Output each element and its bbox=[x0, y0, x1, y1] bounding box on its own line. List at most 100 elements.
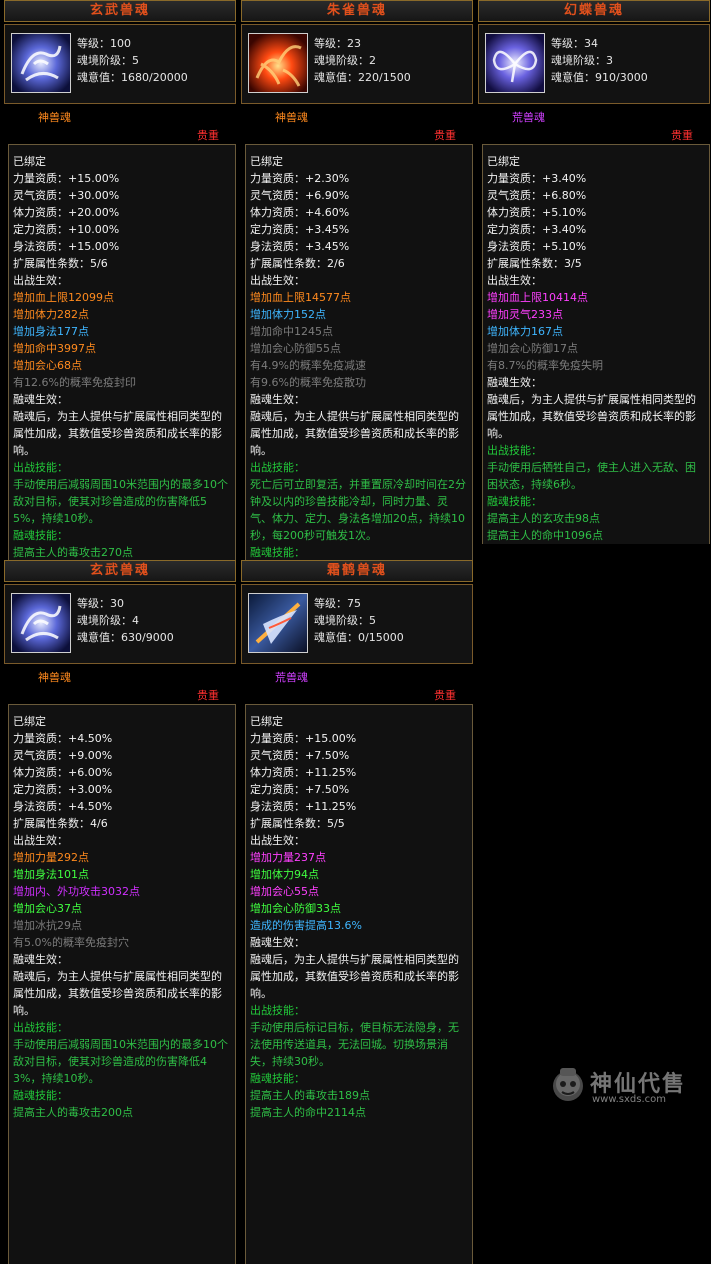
attribute-line: 有5.0%的概率免疫封穴 bbox=[13, 936, 129, 949]
soul-card: 朱雀兽魂 等级：23 魂境阶级：2 魂意值：220/1500 神兽魂 贵重 已绑… bbox=[241, 0, 473, 560]
attribute-line: 定力资质：+3.45% bbox=[250, 223, 350, 236]
attribute-line: 出战生效： bbox=[250, 834, 305, 847]
attribute-line: 增加内、外功攻击3032点 bbox=[13, 885, 140, 898]
attribute-line: 身法资质：+15.00% bbox=[13, 240, 120, 253]
attribute-line: 增加血上限10414点 bbox=[487, 291, 588, 304]
attribute-line: 增加体力152点 bbox=[250, 308, 326, 321]
attribute-line: 灵气资质：+30.00% bbox=[13, 189, 120, 202]
attribute-line: 增加命中1245点 bbox=[250, 325, 333, 338]
attribute-panel: 已绑定 力量资质：+2.30% 灵气资质：+6.90% 体力资质：+4.60% 定力资质… bbox=[245, 144, 473, 560]
attribute-line: 身法资质：+4.50% bbox=[13, 800, 113, 813]
attribute-panel: 已绑定 力量资质：+4.50% 灵气资质：+9.00% 体力资质：+6.00% 定力资质… bbox=[8, 704, 236, 1264]
attribute-line: 融魂生效： bbox=[13, 393, 68, 406]
rarity-label: 贵重 bbox=[671, 129, 693, 142]
attribute-line: 增加会心防御55点 bbox=[250, 342, 341, 355]
attribute-line: 力量资质：+2.30% bbox=[250, 172, 350, 185]
attribute-line: 提高主人的命中2114点 bbox=[250, 1106, 366, 1119]
attribute-line: 融魂生效： bbox=[487, 376, 542, 389]
attribute-line: 出战生效： bbox=[250, 274, 305, 287]
attribute-line: 已绑定 bbox=[250, 155, 283, 168]
attribute-line: 融魂技能： bbox=[13, 529, 68, 542]
soul-stats: 等级：23 魂境阶级：2 魂意值：220/1500 bbox=[314, 35, 411, 86]
soul-type: 神兽魂 bbox=[275, 111, 308, 124]
huandie-soul-icon[interactable] bbox=[485, 33, 545, 93]
soul-tier: 魂境阶级：5 bbox=[77, 54, 139, 67]
attribute-line: 扩展属性条数：5/5 bbox=[250, 817, 345, 830]
attribute-line: 增加命中3997点 bbox=[13, 342, 96, 355]
attribute-line: 有8.7%的概率免疫失明 bbox=[487, 359, 603, 372]
attribute-panel: 已绑定 力量资质：+3.40% 灵气资质：+6.80% 体力资质：+5.10% 定力资质… bbox=[482, 144, 710, 544]
attribute-line: 扩展属性条数：5/6 bbox=[13, 257, 108, 270]
attribute-line: 体力资质：+5.10% bbox=[487, 206, 587, 219]
soul-level: 等级：100 bbox=[77, 37, 131, 50]
attribute-line: 融魂后，为主人提供与扩展属性相同类型的属性加成，其数值受珍兽资质和成长率的影响。 bbox=[487, 393, 696, 440]
attribute-line: 增加体力94点 bbox=[250, 868, 319, 881]
attribute-line: 增加灵气233点 bbox=[487, 308, 563, 321]
attribute-line: 融魂技能： bbox=[487, 495, 542, 508]
attribute-line: 造成的伤害提高13.6% bbox=[250, 919, 362, 932]
shuanghe-soul-icon[interactable] bbox=[248, 593, 308, 653]
attribute-line: 融魂后，为主人提供与扩展属性相同类型的属性加成，其数值受珍兽资质和成长率的影响。 bbox=[250, 953, 459, 1000]
soul-level: 等级：75 bbox=[314, 597, 361, 610]
attribute-panel: 已绑定 力量资质：+15.00% 灵气资质：+7.50% 体力资质：+11.25% 定力… bbox=[245, 704, 473, 1264]
card-header-panel: 等级：23 魂境阶级：2 魂意值：220/1500 bbox=[241, 24, 473, 104]
attribute-line: 死亡后可立即复活，并重置原冷却时间在2分钟及以内的珍兽技能冷却，同时力量、灵气、… bbox=[250, 478, 466, 542]
rarity-label: 贵重 bbox=[434, 689, 456, 702]
attribute-line: 增加体力167点 bbox=[487, 325, 563, 338]
attribute-line: 扩展属性条数：3/5 bbox=[487, 257, 582, 270]
attribute-line: 定力资质：+10.00% bbox=[13, 223, 120, 236]
attribute-line: 力量资质：+4.50% bbox=[13, 732, 113, 745]
attribute-line: 定力资质：+3.00% bbox=[13, 783, 113, 796]
watermark-url: www.sxds.com bbox=[592, 1094, 667, 1105]
soul-tier: 魂境阶级：4 bbox=[77, 614, 139, 627]
attribute-line: 已绑定 bbox=[13, 155, 46, 168]
attribute-line: 有12.6%的概率免疫封印 bbox=[13, 376, 136, 389]
soul-stats: 等级：34 魂境阶级：3 魂意值：910/3000 bbox=[551, 35, 648, 86]
attribute-line: 力量资质：+15.00% bbox=[13, 172, 120, 185]
card-header-panel: 等级：34 魂境阶级：3 魂意值：910/3000 bbox=[478, 24, 710, 104]
soul-card: 幻蝶兽魂 等级：34 魂境阶级：3 魂意值：910/3000 荒兽魂 贵重 已绑… bbox=[478, 0, 710, 544]
attribute-line: 定力资质：+7.50% bbox=[250, 783, 350, 796]
attribute-line: 灵气资质：+7.50% bbox=[250, 749, 350, 762]
xuanwu-soul-icon[interactable] bbox=[11, 593, 71, 653]
soul-level: 等级：23 bbox=[314, 37, 361, 50]
soul-type: 荒兽魂 bbox=[275, 671, 308, 684]
attribute-line: 体力资质：+6.00% bbox=[13, 766, 113, 779]
attribute-line: 增加身法101点 bbox=[13, 868, 89, 881]
attribute-line: 扩展属性条数：4/6 bbox=[13, 817, 108, 830]
zhuque-soul-icon[interactable] bbox=[248, 33, 308, 93]
attribute-line: 提高主人的命中1096点 bbox=[487, 529, 603, 542]
attribute-line: 手动使用后减弱周围10米范围内的最多10个敌对目标，使其对珍兽造成的伤害降低55… bbox=[13, 478, 228, 525]
attribute-line: 有4.9%的概率免疫减速 bbox=[250, 359, 366, 372]
attribute-line: 定力资质：+3.40% bbox=[487, 223, 587, 236]
attribute-line: 力量资质：+3.40% bbox=[487, 172, 587, 185]
attribute-line: 已绑定 bbox=[250, 715, 283, 728]
attribute-line: 增加会心68点 bbox=[13, 359, 82, 372]
attribute-line: 出战生效： bbox=[13, 274, 68, 287]
attribute-line: 出战技能： bbox=[13, 461, 68, 474]
soul-tier: 魂境阶级：2 bbox=[314, 54, 376, 67]
attribute-line: 融魂生效： bbox=[13, 953, 68, 966]
attribute-line: 扩展属性条数：2/6 bbox=[250, 257, 345, 270]
card-title: 朱雀兽魂 bbox=[241, 0, 473, 22]
attribute-line: 增加力量237点 bbox=[250, 851, 326, 864]
attribute-line: 增加会心37点 bbox=[13, 902, 82, 915]
attribute-line: 增加会心55点 bbox=[250, 885, 319, 898]
rarity-label: 贵重 bbox=[434, 129, 456, 142]
attribute-line: 出战技能： bbox=[250, 461, 305, 474]
xuanwu-soul-icon[interactable] bbox=[11, 33, 71, 93]
soul-card: 霜鹤兽魂 等级：75 魂境阶级：5 魂意值：0/15000 荒兽魂 贵重 已绑定… bbox=[241, 560, 473, 1264]
attribute-line: 增加血上限12099点 bbox=[13, 291, 114, 304]
attribute-line: 融魂生效： bbox=[250, 936, 305, 949]
soul-stats: 等级：30 魂境阶级：4 魂意值：630/9000 bbox=[77, 595, 174, 646]
attribute-line: 出战生效： bbox=[487, 274, 542, 287]
attribute-line: 灵气资质：+6.90% bbox=[250, 189, 350, 202]
soul-tier: 魂境阶级：5 bbox=[314, 614, 376, 627]
attribute-line: 融魂生效： bbox=[250, 393, 305, 406]
attribute-line: 融魂技能： bbox=[250, 1072, 305, 1085]
soul-level: 等级：34 bbox=[551, 37, 598, 50]
attribute-line: 增加血上限14577点 bbox=[250, 291, 351, 304]
attribute-line: 提高主人的毒攻击270点 bbox=[13, 546, 133, 559]
attribute-line: 增加体力282点 bbox=[13, 308, 89, 321]
attribute-line: 增加身法177点 bbox=[13, 325, 89, 338]
